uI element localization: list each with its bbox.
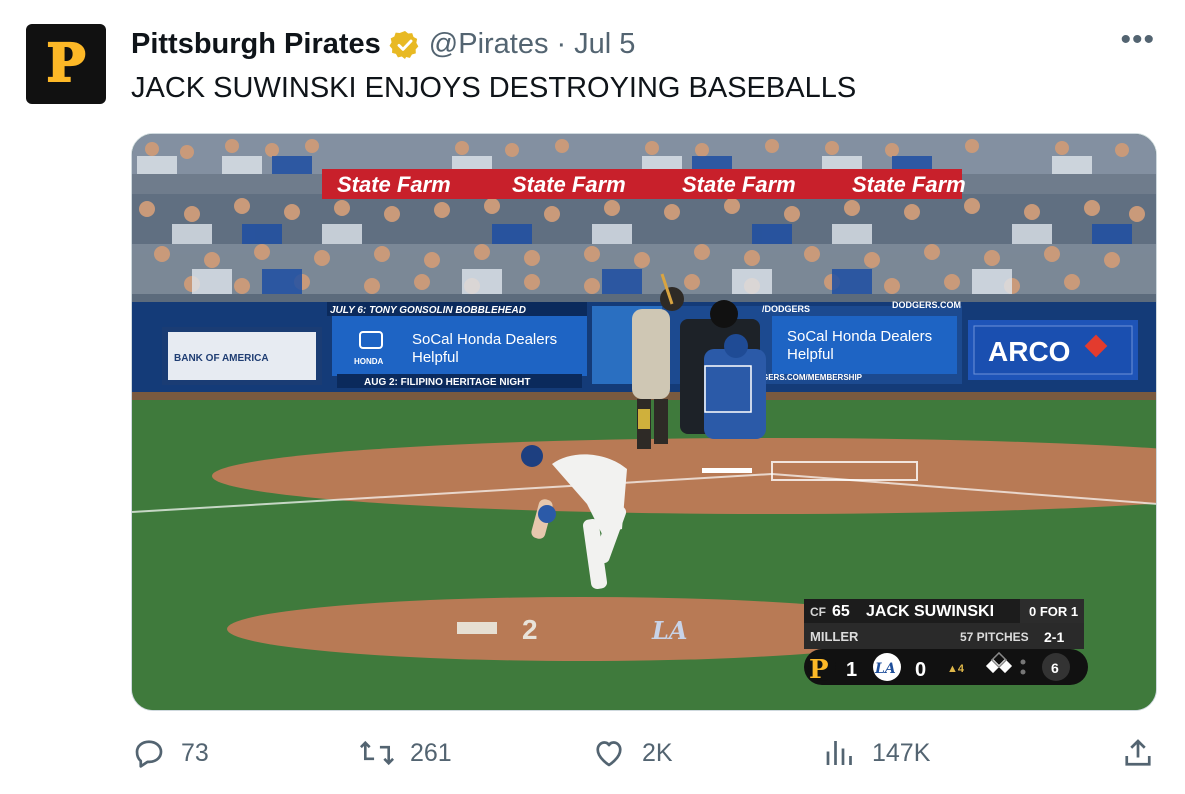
away-team-logo: P [809, 655, 829, 685]
scorebug: CF 65 JACK SUWINSKI 0 FOR 1 MILLER 57 PI… [804, 599, 1088, 685]
views-button[interactable]: 147K [822, 735, 930, 771]
bobblehead-ad: JULY 6: TONY GONSOLIN BOBBLEHEAD [330, 305, 526, 316]
views-count: 147K [872, 738, 931, 767]
more-options-icon[interactable]: ••• [1120, 25, 1155, 55]
scorebug-pitcher: MILLER [810, 629, 859, 644]
share-button[interactable] [1120, 735, 1156, 771]
views-icon [826, 741, 852, 765]
home-score: 0 [915, 659, 926, 681]
pitch-counter: 6 [1051, 660, 1059, 676]
avatar-letter: P [45, 33, 86, 94]
scorebug-batter-line: 0 FOR 1 [1029, 604, 1078, 619]
scorebug-pitches: 57 PITCHES [960, 630, 1029, 644]
membership-ad: GERS.COM/MEMBERSHIP [762, 373, 863, 382]
display-name[interactable]: Pittsburgh Pirates [131, 28, 381, 61]
tweet-text: JACK SUWINSKI ENJOYS DESTROYING BASEBALL… [131, 72, 857, 104]
handle[interactable]: @Pirates [429, 28, 549, 61]
inning: ▲4 [947, 663, 965, 675]
honda-ad-line2-b: Helpful [787, 346, 834, 363]
honda-ad-line2: Helpful [412, 349, 459, 366]
bank-ad: BANK OF AMERICA [174, 353, 269, 364]
filipino-ad: AUG 2: FILIPINO HERITAGE NIGHT [364, 377, 530, 388]
reply-count: 73 [181, 738, 209, 767]
away-score: 1 [846, 659, 857, 681]
reply-icon [135, 740, 163, 768]
media-image[interactable]: State Farm State Farm State Farm State F… [131, 133, 1157, 711]
avatar[interactable]: P [26, 24, 106, 104]
like-button[interactable]: 2K [590, 735, 673, 771]
statefarm-ad-1: State Farm [337, 172, 451, 197]
tweet-header: Pittsburgh Pirates @Pirates · Jul 5 [131, 28, 635, 61]
share-icon [1125, 739, 1151, 766]
honda-brand: HONDA [354, 357, 384, 366]
svg-text:2: 2 [522, 614, 538, 645]
statefarm-ad-4: State Farm [852, 172, 966, 197]
scorebug-count: 2-1 [1044, 629, 1064, 645]
statefarm-ad-2: State Farm [512, 172, 626, 197]
heart-icon [596, 741, 622, 767]
svg-text:LA: LA [651, 616, 688, 645]
home-team-logo: LA [874, 661, 896, 677]
retweet-icon [359, 740, 395, 766]
separator: · [556, 28, 567, 60]
post-date[interactable]: Jul 5 [574, 28, 635, 61]
scorebug-position: CF [810, 605, 826, 619]
retweet-count: 261 [410, 738, 452, 767]
reply-button[interactable]: 73 [131, 735, 209, 771]
statefarm-ad-3: State Farm [682, 172, 796, 197]
action-bar: 73 261 2K 147K [0, 735, 1185, 779]
arco-ad: ARCO [988, 336, 1070, 367]
scorebug-number: 65 [832, 603, 850, 620]
dodgers-tag: /DODGERS [762, 304, 810, 314]
broadcast-frame: State Farm State Farm State Farm State F… [132, 134, 1156, 710]
dodgers-site: DODGERS.COM [892, 300, 961, 310]
retweet-button[interactable]: 261 [358, 735, 452, 771]
verified-badge-icon [389, 30, 419, 59]
honda-ad-line1-b: SoCal Honda Dealers [787, 328, 932, 345]
like-count: 2K [642, 738, 673, 767]
honda-ad-line1: SoCal Honda Dealers [412, 331, 557, 348]
scorebug-batter: JACK SUWINSKI [866, 603, 994, 620]
